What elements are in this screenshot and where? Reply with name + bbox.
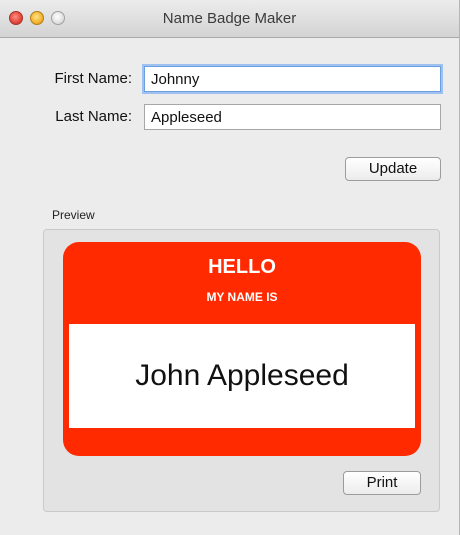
print-button[interactable]: Print: [343, 471, 421, 495]
badge-name-text: John Appleseed: [135, 359, 349, 392]
badge-hello-text: HELLO: [208, 256, 276, 278]
update-button[interactable]: Update: [345, 157, 441, 181]
window-title: Name Badge Maker: [162, 10, 297, 27]
badge-name-area: John Appleseed: [69, 324, 415, 428]
title-bar: Name Badge Maker: [0, 0, 459, 38]
first-name-field[interactable]: [144, 66, 441, 92]
preview-group-label: Preview: [52, 208, 95, 222]
name-badge: HELLO MY NAME IS John Appleseed: [63, 242, 421, 456]
first-name-label: First Name:: [54, 70, 132, 87]
last-name-label: Last Name:: [55, 108, 132, 125]
last-name-field[interactable]: [144, 104, 441, 130]
app-window: Name Badge Maker First Name: Last Name: …: [0, 0, 460, 535]
badge-subtitle-text: MY NAME IS: [206, 290, 278, 304]
